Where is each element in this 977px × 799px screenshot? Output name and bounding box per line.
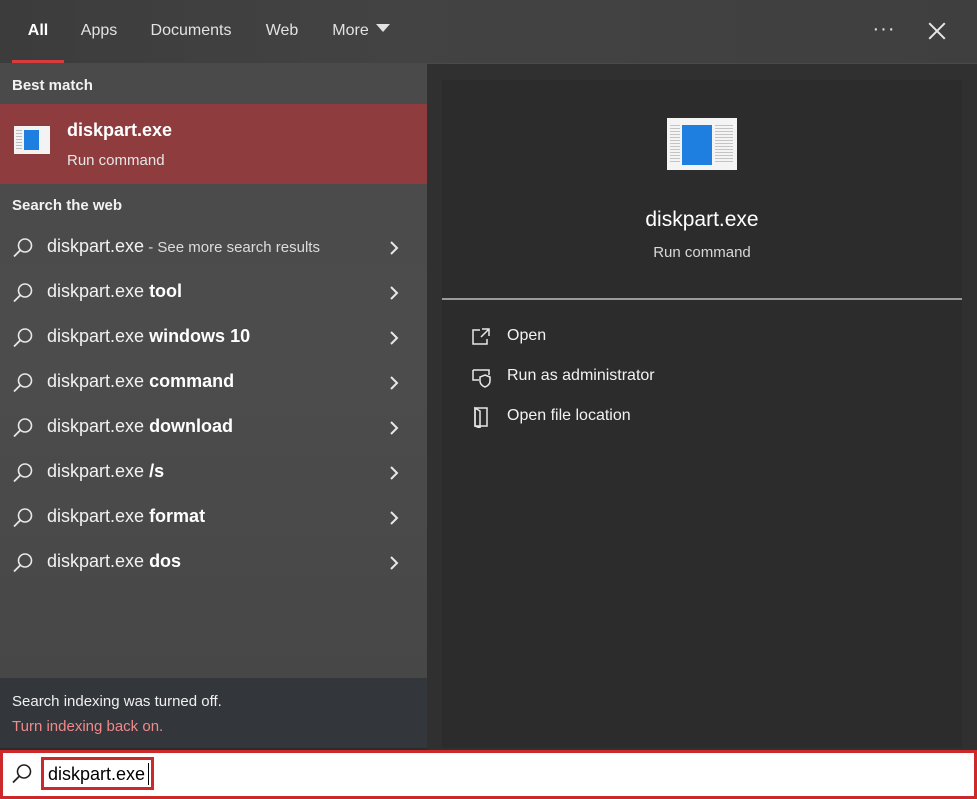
web-result-text: diskpart.exe format (47, 506, 206, 526)
web-result-text: diskpart.exe command (47, 371, 235, 391)
web-result-item[interactable]: diskpart.exe command (0, 361, 427, 405)
search-input-highlight (41, 757, 154, 790)
chevron-down-icon (375, 24, 390, 32)
turn-indexing-on-link[interactable]: Turn indexing back on. (12, 718, 163, 735)
run-as-administrator-label: Run as administrator (507, 367, 655, 384)
app-icon (667, 118, 737, 170)
best-match-subtitle: Run command (67, 152, 165, 169)
indexing-notice: Search indexing was turned off. Turn ind… (0, 678, 427, 748)
best-match-item[interactable]: diskpart.exe Run command (0, 104, 427, 184)
best-match-name: diskpart.exe (67, 120, 173, 140)
web-result-text: diskpart.exe tool (47, 281, 183, 301)
search-icon (13, 418, 33, 438)
chevron-right-icon (390, 556, 399, 570)
chevron-right-icon (390, 511, 399, 525)
search-input[interactable] (48, 762, 148, 786)
web-result-text: diskpart.exe - See more search results (47, 236, 320, 256)
tab-documents[interactable]: Documents (140, 0, 242, 63)
ellipsis-icon[interactable]: ··· (866, 14, 902, 48)
web-result-item[interactable]: diskpart.exe tool (0, 271, 427, 315)
chevron-right-icon (390, 331, 399, 345)
web-result-text: diskpart.exe windows 10 (47, 326, 251, 346)
preview-panel: diskpart.exe Run command Open Run as adm… (442, 80, 962, 748)
open-file-location-action[interactable]: Open file location (442, 398, 962, 434)
search-icon (13, 508, 33, 528)
top-tab-bar: All Apps Documents Web More ··· (0, 0, 977, 64)
tab-all[interactable]: All (12, 0, 64, 63)
chevron-right-icon (390, 376, 399, 390)
web-result-item[interactable]: diskpart.exe format (0, 496, 427, 540)
indexing-message: Search indexing was turned off. (12, 693, 222, 710)
search-icon (13, 463, 33, 483)
chevron-right-icon (390, 286, 399, 300)
web-result-item[interactable]: diskpart.exe download (0, 406, 427, 450)
chevron-right-icon (390, 466, 399, 480)
text-cursor (148, 763, 149, 785)
web-result-text: diskpart.exe dos (47, 551, 182, 571)
tab-more[interactable]: More (322, 0, 400, 63)
open-action[interactable]: Open (442, 318, 962, 354)
web-result-item[interactable]: diskpart.exe dos (0, 541, 427, 585)
web-result-text: diskpart.exe download (47, 416, 234, 436)
tab-more-label: More (332, 22, 369, 39)
search-bar (0, 750, 977, 799)
search-icon (13, 238, 33, 258)
search-icon (13, 283, 33, 303)
results-panel: Best match diskpart.exe Run command Sear… (0, 64, 427, 678)
open-icon (472, 328, 490, 345)
web-result-item[interactable]: diskpart.exe /s (0, 451, 427, 495)
chevron-right-icon (390, 421, 399, 435)
close-icon[interactable] (920, 12, 954, 48)
search-icon (13, 373, 33, 393)
preview-subtitle: Run command (653, 244, 751, 261)
open-label: Open (507, 327, 547, 344)
preview-title: diskpart.exe (645, 208, 759, 231)
tab-apps[interactable]: Apps (72, 0, 126, 63)
tab-web[interactable]: Web (256, 0, 308, 63)
divider (442, 298, 962, 300)
search-web-heading: Search the web (12, 197, 123, 214)
app-icon (14, 126, 50, 154)
search-icon (12, 764, 32, 784)
run-as-administrator-action[interactable]: Run as administrator (442, 358, 962, 394)
chevron-right-icon (390, 241, 399, 255)
open-file-location-label: Open file location (507, 407, 631, 424)
search-icon (13, 328, 33, 348)
shield-icon (472, 369, 491, 388)
web-result-item[interactable]: diskpart.exe - See more search results (0, 226, 427, 270)
web-result-item[interactable]: diskpart.exe windows 10 (0, 316, 427, 360)
best-match-heading: Best match (12, 77, 93, 94)
file-location-icon (474, 406, 488, 428)
web-result-text: diskpart.exe /s (47, 461, 165, 481)
search-icon (13, 553, 33, 573)
